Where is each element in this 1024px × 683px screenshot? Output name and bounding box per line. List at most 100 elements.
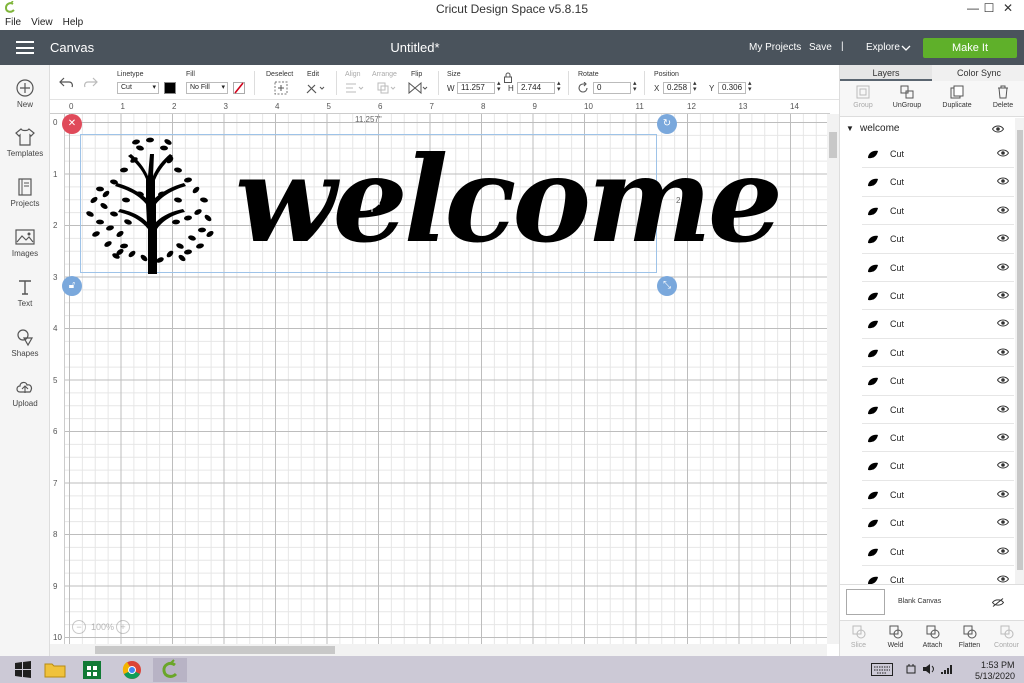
y-stepper[interactable]: ▴ ▾ [748,80,752,93]
delete-handle-icon[interactable]: ✕ [62,114,82,134]
layer-row[interactable]: Cut [862,197,1014,226]
visibility-eye-icon[interactable] [997,547,1009,555]
layer-row[interactable]: Cut [862,310,1014,339]
lock-icon[interactable] [503,72,513,83]
layer-row[interactable]: Cut [862,538,1014,566]
contour-button[interactable]: Contour [988,625,1024,649]
text-tool[interactable]: Text [0,277,50,308]
explore-menu[interactable]: Explore [866,42,900,53]
width-stepper[interactable]: ▴ ▾ [497,80,501,93]
ungroup-button[interactable]: UnGroup [884,85,930,109]
fill-select[interactable]: No Fill [186,82,228,94]
visibility-eye-icon[interactable] [997,291,1009,299]
weld-button[interactable]: Weld [877,625,914,649]
network-icon[interactable] [940,663,954,675]
rotate-stepper[interactable]: ▴ ▾ [633,80,637,93]
layer-row[interactable]: Cut [862,509,1014,538]
design-canvas[interactable]: 0 1 2 3 4 5 6 7 8 9 10 11 12 13 14 0 1 2 3 4 5 6 7 8 9 10 11.257… [50,100,839,656]
make-it-button[interactable]: Make It [923,38,1017,58]
flip-icon[interactable] [407,81,429,95]
layer-row[interactable]: Cut [862,566,1014,584]
y-input[interactable]: 0.306 [718,82,746,94]
visibility-eye-icon[interactable] [997,319,1009,327]
height-stepper[interactable]: ▴ ▾ [557,80,561,93]
resize-handle-icon[interactable]: ⤡ [657,276,677,296]
layer-row[interactable]: Cut [862,424,1014,453]
tab-color-sync[interactable]: Color Sync [933,65,1024,81]
images-tool[interactable]: Images [0,227,50,258]
arrange-icon[interactable] [376,81,396,95]
visibility-eye-icon[interactable] [992,125,1004,133]
canvas-horizontal-scrollbar[interactable] [50,644,827,656]
upload-tool[interactable]: Upload [0,377,50,408]
visibility-eye-icon[interactable] [997,177,1009,185]
store-icon[interactable] [75,658,109,682]
tree-image[interactable] [80,134,222,276]
visibility-eye-icon[interactable] [997,461,1009,469]
clock-date[interactable]: 5/13/2020 [975,671,1015,681]
menu-help[interactable]: Help [63,16,84,30]
windows-start-icon[interactable] [6,658,40,682]
menu-file[interactable]: File [5,16,21,30]
visibility-eye-icon[interactable] [997,149,1009,157]
visibility-eye-icon[interactable] [997,575,1009,583]
zoom-control[interactable]: − 100% + [72,616,130,638]
visibility-eye-icon[interactable] [997,234,1009,242]
blank-canvas-swatch[interactable] [846,589,885,615]
height-input[interactable]: 2.744 [517,82,555,94]
delete-button[interactable]: Delete [980,85,1024,109]
visibility-eye-icon[interactable] [997,405,1009,413]
power-icon[interactable] [905,663,917,675]
edit-tools-icon[interactable] [305,81,325,95]
visibility-eye-icon[interactable] [997,490,1009,498]
new-tool[interactable]: New [0,78,50,109]
layer-group-row[interactable]: ▼ welcome [840,118,1016,140]
layer-row[interactable]: Cut [862,254,1014,282]
x-stepper[interactable]: ▴ ▾ [693,80,697,93]
collapse-caret-icon[interactable]: ▼ [846,118,854,140]
projects-tool[interactable]: Projects [0,177,50,208]
flatten-button[interactable]: Flatten [951,625,988,649]
chevron-down-icon[interactable] [901,41,911,55]
layer-row[interactable]: Cut [862,225,1014,254]
layer-row[interactable]: Cut [862,367,1014,396]
chrome-icon[interactable] [115,658,149,682]
save-link[interactable]: Save [809,42,832,53]
canvas-vertical-scrollbar[interactable] [827,114,839,644]
menu-view[interactable]: View [31,16,53,30]
linetype-select[interactable]: Cut [117,82,159,94]
layer-row[interactable]: Cut [862,282,1014,311]
duplicate-button[interactable]: Duplicate [934,85,980,109]
keyboard-icon[interactable] [871,663,893,676]
rotate-input[interactable]: 0 [593,82,631,94]
slice-button[interactable]: Slice [840,625,877,649]
width-input[interactable]: 11.257 [457,82,495,94]
visibility-eye-icon[interactable] [997,518,1009,526]
layer-row[interactable]: Cut [862,452,1014,481]
no-fill-swatch-icon[interactable] [233,82,245,94]
x-input[interactable]: 0.258 [663,82,691,94]
deselect-icon[interactable] [274,81,288,95]
redo-icon[interactable] [82,75,98,89]
shapes-tool[interactable]: Shapes [0,327,50,358]
visibility-eye-icon[interactable] [997,206,1009,214]
hidden-eye-icon[interactable] [992,598,1004,607]
layer-row[interactable]: Cut [862,396,1014,424]
my-projects-link[interactable]: My Projects [749,42,801,53]
attach-button[interactable]: Attach [914,625,951,649]
zoom-out-icon[interactable]: − [72,620,86,634]
clock-time[interactable]: 1:53 PM [981,660,1015,670]
tab-layers[interactable]: Layers [840,65,932,81]
align-icon[interactable] [344,81,364,95]
layer-row[interactable]: Cut [862,339,1014,368]
layer-row[interactable]: Cut [862,481,1014,510]
close-window-button[interactable]: ✕ [992,0,1024,16]
zoom-in-icon[interactable]: + [116,620,130,634]
lock-proportions-handle-icon[interactable]: 🔓︎ [62,276,82,296]
cricut-taskbar-button[interactable] [153,658,187,682]
group-button[interactable]: Group [840,85,886,109]
blank-canvas-row[interactable]: Blank Canvas [840,584,1024,620]
visibility-eye-icon[interactable] [997,263,1009,271]
linetype-color-swatch[interactable] [164,82,176,94]
rotate-handle-icon[interactable]: ↻ [657,114,677,134]
